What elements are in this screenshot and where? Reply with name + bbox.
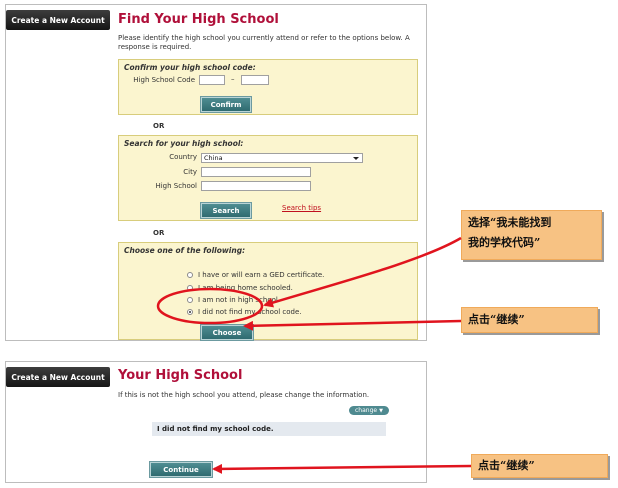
high-school-code-input-1[interactable] <box>199 75 225 85</box>
radio-no-school-code[interactable] <box>187 309 193 315</box>
change-button[interactable]: change ▼ <box>349 406 389 415</box>
option-home-schooled[interactable]: I am being home schooled. <box>187 284 293 292</box>
high-school-input[interactable] <box>201 181 311 191</box>
chevron-down-icon <box>353 157 359 160</box>
high-school-code-label: High School Code <box>133 76 195 84</box>
intro-text: Please identify the high school you curr… <box>118 34 410 51</box>
radio-home-schooled[interactable] <box>187 285 193 291</box>
option-no-school-code-label: I did not find my school code. <box>198 308 302 316</box>
page-title: Your High School <box>118 368 243 383</box>
search-panel-title: Search for your high school: <box>124 139 244 148</box>
or-divider-2: OR <box>153 229 165 237</box>
create-account-tab[interactable]: Create a New Account <box>6 10 110 30</box>
your-high-school-screen: Create a New Account Your High School If… <box>5 361 427 483</box>
choose-button[interactable]: Choose <box>200 324 254 341</box>
selected-school-name: I did not find my school code. <box>157 425 274 433</box>
intro-text: If this is not the high school you atten… <box>118 391 370 399</box>
code-separator: – <box>231 75 235 83</box>
option-ged[interactable]: I have or will earn a GED certificate. <box>187 271 324 279</box>
confirm-panel-title: Confirm your high school code: <box>124 63 256 72</box>
continue-button[interactable]: Continue <box>149 461 213 478</box>
callout-select-line-1: 选择“我未能找到 <box>468 216 552 229</box>
city-input[interactable] <box>201 167 311 177</box>
selected-school-row: I did not find my school code. <box>152 422 386 436</box>
search-panel: Search for your high school: Country Chi… <box>118 135 418 221</box>
high-school-code-input-2[interactable] <box>241 75 269 85</box>
radio-not-in-high-school[interactable] <box>187 297 193 303</box>
country-label: Country <box>169 153 197 161</box>
callout-select-option: 选择“我未能找到 我的学校代码” <box>461 210 602 260</box>
choose-panel-title: Choose one of the following: <box>124 246 246 255</box>
confirm-button[interactable]: Confirm <box>200 96 252 113</box>
or-divider-1: OR <box>153 122 165 130</box>
high-school-label: High School <box>155 182 197 190</box>
city-label: City <box>183 168 197 176</box>
callout-select-line-2: 我的学校代码” <box>468 236 541 249</box>
page-title: Find Your High School <box>118 12 279 27</box>
callout-click-continue-2: 点击“继续” <box>471 454 608 478</box>
choose-option-panel: Choose one of the following: I have or w… <box>118 242 418 341</box>
change-button-label: change <box>355 407 378 414</box>
create-account-tab[interactable]: Create a New Account <box>6 367 110 387</box>
radio-ged[interactable] <box>187 272 193 278</box>
country-select[interactable]: China <box>201 153 363 163</box>
option-not-in-high-school[interactable]: I am not in high school. <box>187 296 280 304</box>
option-no-school-code[interactable]: I did not find my school code. <box>187 308 302 316</box>
search-tips-link[interactable]: Search tips <box>282 204 321 212</box>
option-not-in-high-school-label: I am not in high school. <box>198 296 281 304</box>
country-select-value: China <box>204 154 223 162</box>
callout-click-continue-1: 点击“继续” <box>461 307 598 333</box>
find-high-school-screen: Create a New Account Find Your High Scho… <box>5 4 427 341</box>
option-ged-label: I have or will earn a GED certificate. <box>198 271 325 279</box>
search-button[interactable]: Search <box>200 202 252 219</box>
confirm-code-panel: Confirm your high school code: High Scho… <box>118 59 418 115</box>
option-home-schooled-label: I am being home schooled. <box>198 284 293 292</box>
chevron-down-icon: ▼ <box>379 407 383 414</box>
